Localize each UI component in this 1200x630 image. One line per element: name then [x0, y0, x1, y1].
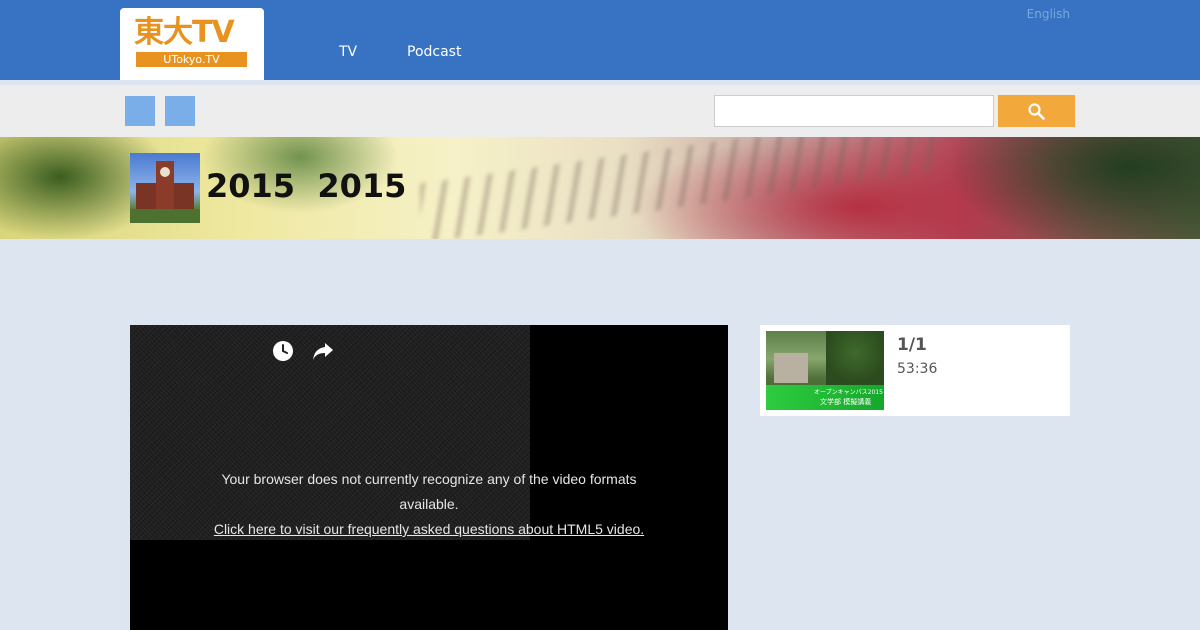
toolbar-square-button-1[interactable] — [125, 96, 155, 126]
building-wing-left — [136, 183, 158, 211]
search-button[interactable] — [998, 95, 1075, 127]
toolbar — [0, 85, 1200, 137]
nav-item-tv[interactable]: TV — [339, 44, 357, 60]
clock-tower — [156, 161, 174, 209]
site-logo[interactable]: 東大TV UTokyo.TV — [120, 8, 264, 80]
toolbar-square-button-2[interactable] — [165, 96, 195, 126]
video-thumbnail[interactable]: オープンキャンパス2015 文学部 模擬講義 — [766, 331, 884, 410]
thumbnail-caption-lecture: 文学部 模擬講義 — [820, 398, 872, 406]
logo-wordmark: 東大TV — [134, 15, 235, 50]
search-input[interactable] — [714, 95, 994, 127]
search-icon — [1028, 103, 1045, 120]
unsupported-format-text: Your browser does not currently recogniz… — [221, 471, 637, 512]
thumbnail-tree — [826, 331, 884, 385]
video-duration: 53:36 — [897, 361, 938, 377]
player-error-message: Your browser does not currently recogniz… — [190, 467, 668, 542]
banner-background — [420, 137, 940, 239]
thumbnail-building — [774, 353, 808, 383]
language-switch-link[interactable]: English — [1027, 7, 1070, 21]
playlist-item[interactable]: オープンキャンパス2015 文学部 模擬講義 1/1 53:36 — [760, 325, 1070, 416]
page-title: 2015 2015 — [206, 167, 407, 205]
logo-subtitle: UTokyo.TV — [136, 52, 247, 67]
lawn — [130, 209, 200, 223]
thumbnail-caption-event: オープンキャンパス2015 — [814, 389, 883, 396]
share-icon[interactable] — [312, 341, 334, 361]
nav-item-podcast[interactable]: Podcast — [407, 44, 461, 60]
building-wing-right — [172, 183, 194, 211]
video-player[interactable]: Your browser does not currently recogniz… — [130, 325, 728, 630]
watch-later-icon[interactable] — [272, 340, 294, 362]
page-banner: 2015 2015 — [0, 137, 1200, 239]
site-header: 東大TV UTokyo.TV TV Podcast English — [0, 0, 1200, 80]
html5-faq-link[interactable]: Click here to visit our frequently asked… — [214, 521, 644, 537]
playlist-index: 1/1 — [897, 335, 927, 355]
banner-thumbnail — [130, 153, 200, 223]
